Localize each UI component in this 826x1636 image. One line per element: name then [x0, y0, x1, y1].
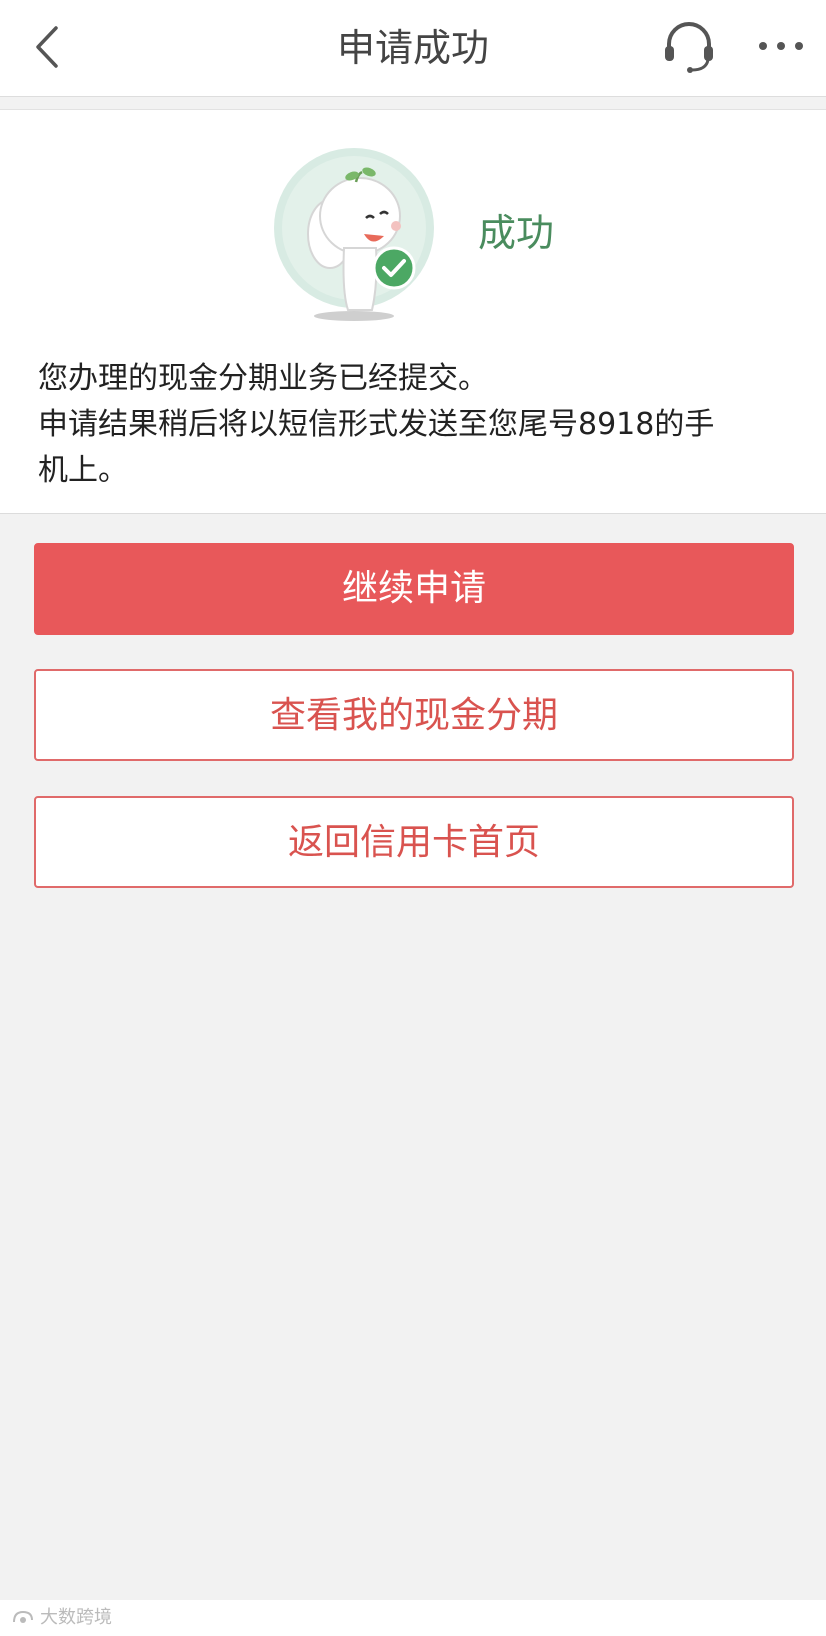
- status-text: 成功: [478, 211, 555, 255]
- message-line: 申请结果稍后将以短信形式发送至您尾号8918的手: [38, 407, 715, 442]
- message-line: 您办理的现金分期业务已经提交。: [38, 361, 488, 396]
- message-line: 机上。: [38, 453, 128, 488]
- watermark-logo-icon: [13, 1610, 33, 1623]
- view-installments-button[interactable]: 查看我的现金分期: [34, 669, 794, 761]
- navigation-bar: 申请成功: [0, 0, 826, 97]
- watermark: 大数跨境: [0, 1600, 826, 1636]
- continue-apply-button[interactable]: 继续申请: [34, 543, 794, 635]
- elephant-mascot-success-icon: [274, 148, 434, 321]
- header-divider: [0, 97, 826, 110]
- more-icon[interactable]: [756, 26, 806, 66]
- headset-icon[interactable]: [660, 18, 718, 76]
- watermark-text: 大数跨境: [40, 1607, 112, 1628]
- result-card: 成功 您办理的现金分期业务已经提交。 申请结果稍后将以短信形式发送至您尾号891…: [0, 110, 826, 514]
- result-message: 您办理的现金分期业务已经提交。 申请结果稍后将以短信形式发送至您尾号8918的手…: [38, 356, 798, 494]
- back-to-home-button[interactable]: 返回信用卡首页: [34, 796, 794, 888]
